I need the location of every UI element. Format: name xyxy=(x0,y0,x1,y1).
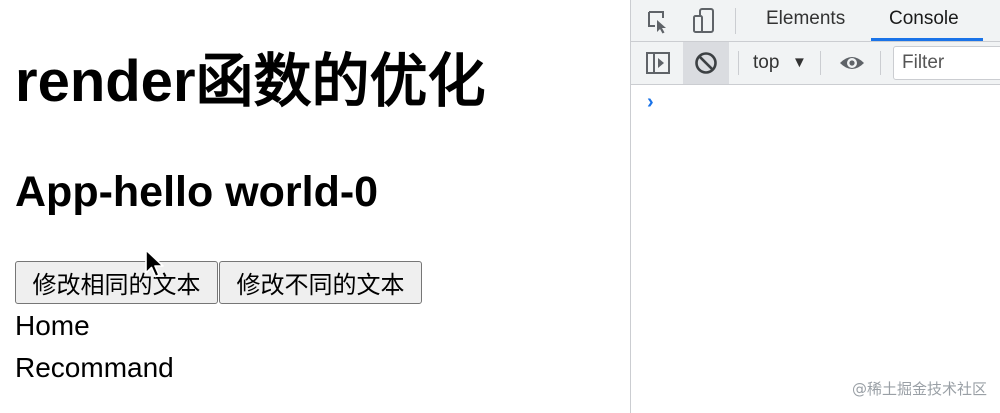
devtools-tab-bar: Elements Console xyxy=(631,0,1000,42)
live-expression-eye-icon[interactable] xyxy=(837,48,867,78)
modify-same-text-button[interactable]: 修改相同的文本 xyxy=(15,261,218,304)
context-dropdown-arrow-icon[interactable]: ▼ xyxy=(792,54,807,71)
modify-different-text-button[interactable]: 修改不同的文本 xyxy=(219,261,422,304)
app-heading: App-hello world-0 xyxy=(15,168,379,216)
console-filter-input[interactable] xyxy=(893,46,1000,80)
active-tab-indicator xyxy=(871,38,983,41)
inspect-element-icon[interactable] xyxy=(643,6,673,36)
page-title: render函数的优化 xyxy=(15,49,486,114)
button-row: 修改相同的文本 修改不同的文本 xyxy=(15,261,422,304)
show-sidebar-icon[interactable] xyxy=(643,48,673,78)
execution-context-select[interactable]: top xyxy=(753,50,779,76)
tab-console[interactable]: Console xyxy=(889,0,959,41)
nav-link-home[interactable]: Home xyxy=(15,309,90,343)
nav-link-recommand[interactable]: Recommand xyxy=(15,351,174,385)
toolbar-separator-2 xyxy=(820,51,821,75)
device-toolbar-icon[interactable] xyxy=(689,6,719,36)
devtools-panel: Elements Console top ▼ Filter › @稀土掘金技术社… xyxy=(630,0,1000,413)
toolbar-separator xyxy=(738,51,739,75)
tab-bar-separator xyxy=(735,8,736,34)
watermark: @稀土掘金技术社区 xyxy=(851,380,987,398)
console-output-area[interactable]: › @稀土掘金技术社区 xyxy=(631,85,1000,413)
console-toolbar: top ▼ xyxy=(631,42,1000,85)
app-page: render函数的优化 App-hello world-0 修改相同的文本 修改… xyxy=(0,0,630,413)
tab-elements[interactable]: Elements xyxy=(766,0,845,41)
console-prompt-icon[interactable]: › xyxy=(647,91,654,114)
clear-console-icon[interactable] xyxy=(691,48,721,78)
mouse-cursor-icon xyxy=(145,249,164,278)
toolbar-separator-3 xyxy=(880,51,881,75)
